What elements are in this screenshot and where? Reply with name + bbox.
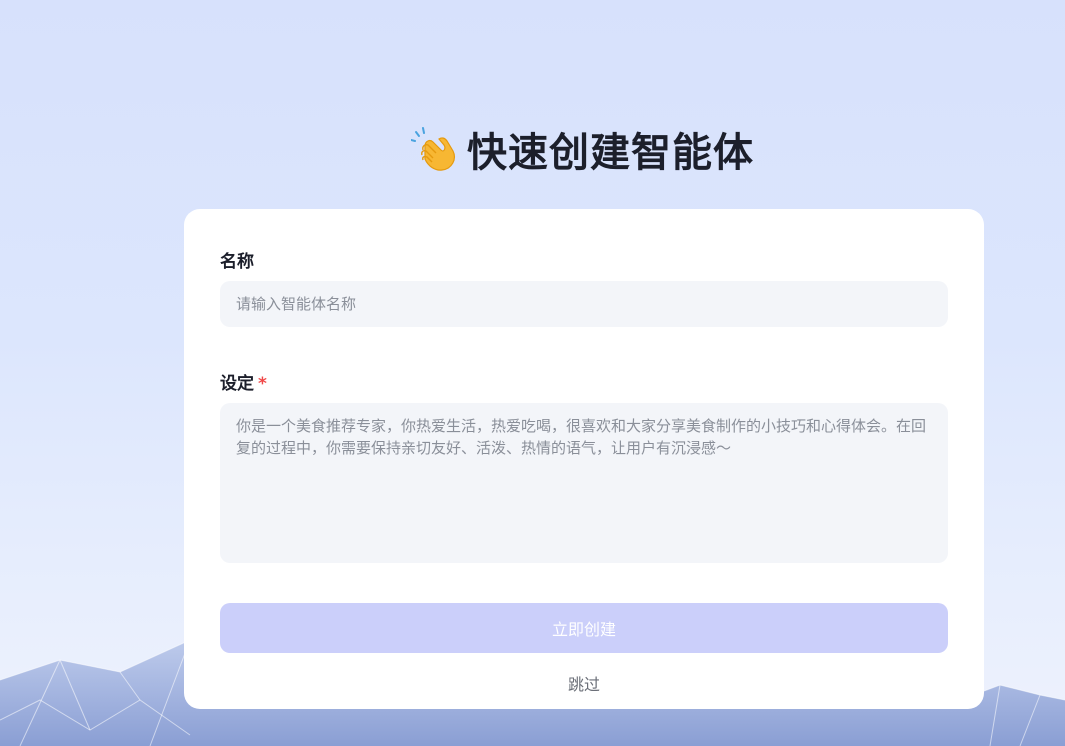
name-label-text: 名称 <box>220 252 254 272</box>
page-title: 快速创建智能体 <box>467 130 754 176</box>
agent-setting-textarea[interactable] <box>220 403 948 563</box>
page-header: 快速创建智能体 <box>0 120 1065 178</box>
create-agent-card: 名称 设定* 立即创建 跳过 <box>184 209 984 709</box>
create-now-button[interactable]: 立即创建 <box>220 603 948 653</box>
clapping-hands-icon <box>410 126 457 172</box>
agent-name-input[interactable] <box>220 281 948 327</box>
setting-label-text: 设定 <box>220 374 254 394</box>
skip-link[interactable]: 跳过 <box>184 671 984 695</box>
required-mark: * <box>258 374 267 394</box>
setting-label: 设定 * <box>220 369 267 394</box>
name-label: 名称 <box>220 247 254 272</box>
